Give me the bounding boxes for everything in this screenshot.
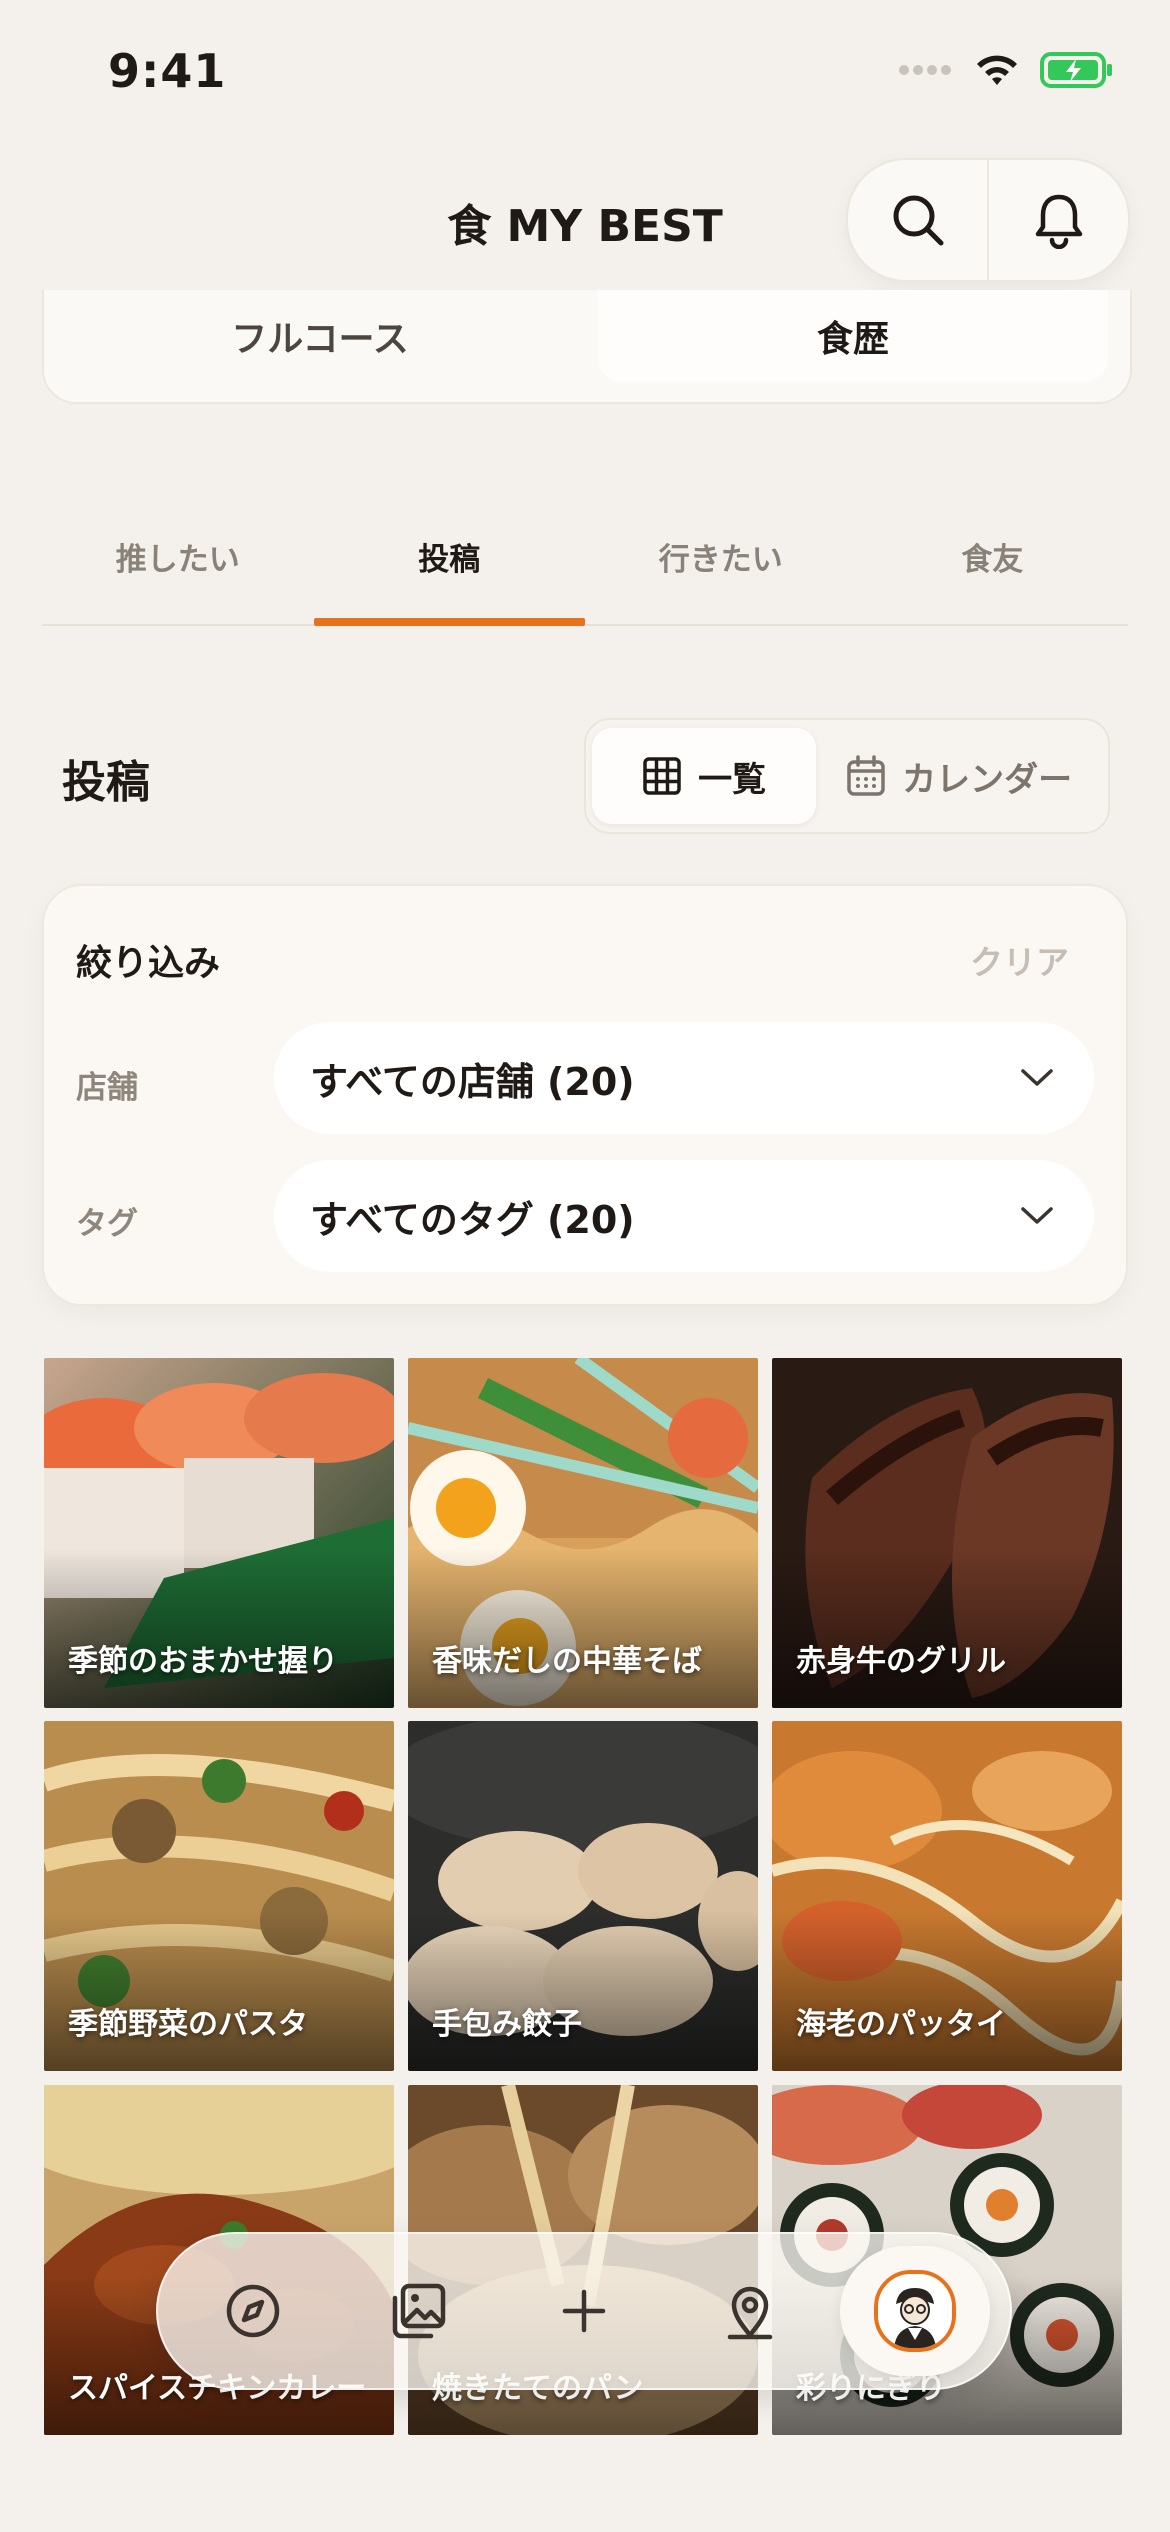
status-time: 9:41 — [108, 44, 227, 98]
list-view-button[interactable]: 一覧 — [592, 728, 817, 824]
post-caption: 季節のおまかせ握り — [68, 1644, 338, 1679]
search-button[interactable] — [848, 160, 987, 280]
list-view-label: 一覧 — [698, 759, 767, 800]
gallery-icon — [393, 2283, 446, 2339]
filter-title: 絞り込み — [76, 943, 221, 984]
wifi-icon — [977, 55, 1017, 85]
store-select-value: すべての店舗 (20) — [310, 1059, 635, 1104]
post-tile[interactable]: 季節野菜のパスタ — [44, 1721, 394, 2071]
post-caption: 海老のパッタイ — [796, 2007, 1006, 2042]
nav-gallery[interactable] — [343, 2246, 493, 2376]
nav-profile[interactable] — [840, 2246, 991, 2376]
tab-posts[interactable]: 投稿 — [313, 520, 586, 626]
section-title: 投稿 — [62, 757, 150, 808]
post-caption: 香味だしの中華そば — [432, 1644, 702, 1679]
status-indicators — [898, 50, 1114, 90]
tag-filter-label: タグ — [76, 1206, 138, 1242]
segment-history[interactable]: 食歴 — [598, 290, 1108, 382]
tab-want-to-go[interactable]: 行きたい — [585, 520, 857, 624]
post-tile[interactable]: 海老のパッタイ — [772, 1721, 1122, 2071]
tab-recommend[interactable]: 推したい — [42, 520, 314, 624]
post-tile[interactable]: 赤身牛のグリル — [772, 1358, 1122, 1708]
battery-icon — [1040, 52, 1112, 88]
avatar-illustration — [878, 2274, 953, 2348]
bell-icon — [1035, 194, 1082, 249]
calendar-view-button[interactable]: カレンダー — [816, 728, 1102, 824]
nav-add-post[interactable] — [509, 2246, 659, 2376]
post-caption: 季節野菜のパスタ — [68, 2007, 308, 2042]
header-actions — [846, 158, 1130, 282]
store-select[interactable]: すべての店舗 (20) — [274, 1022, 1094, 1134]
filter-clear-button[interactable]: クリア — [970, 936, 1069, 984]
post-tile[interactable]: 季節のおまかせ握り — [44, 1358, 394, 1708]
nav-map[interactable] — [675, 2246, 825, 2376]
post-caption: 手包み餃子 — [432, 2007, 582, 2042]
notifications-button[interactable] — [987, 160, 1128, 280]
bottom-nav — [156, 2232, 1012, 2390]
profile-tabs: 推したい 投稿 行きたい 食友 — [42, 520, 1128, 626]
tag-select[interactable]: すべてのタグ (20) — [274, 1160, 1094, 1272]
post-caption: 赤身牛のグリル — [796, 1644, 1006, 1679]
calendar-icon — [847, 755, 885, 796]
chevron-down-icon — [1021, 1069, 1053, 1086]
post-tile[interactable]: 香味だしの中華そば — [408, 1358, 758, 1708]
nav-explore[interactable] — [178, 2246, 328, 2376]
grid-icon — [643, 757, 681, 795]
view-toggle: 一覧 カレンダー — [584, 718, 1110, 834]
tag-select-value: すべてのタグ (20) — [310, 1197, 635, 1242]
location-pin-icon — [727, 2286, 772, 2340]
calendar-view-label: カレンダー — [902, 759, 1073, 800]
compass-icon — [226, 2284, 280, 2338]
search-icon — [893, 195, 943, 246]
tab-food-friends[interactable]: 食友 — [857, 520, 1129, 624]
chevron-down-icon — [1021, 1207, 1053, 1224]
plus-icon — [562, 2289, 606, 2333]
avatar — [874, 2270, 957, 2352]
signal-icon — [899, 65, 951, 75]
post-tile[interactable]: 手包み餃子 — [408, 1721, 758, 2071]
segment-fullcourse[interactable]: フルコース — [42, 290, 598, 382]
store-filter-label: 店舗 — [76, 1070, 138, 1106]
